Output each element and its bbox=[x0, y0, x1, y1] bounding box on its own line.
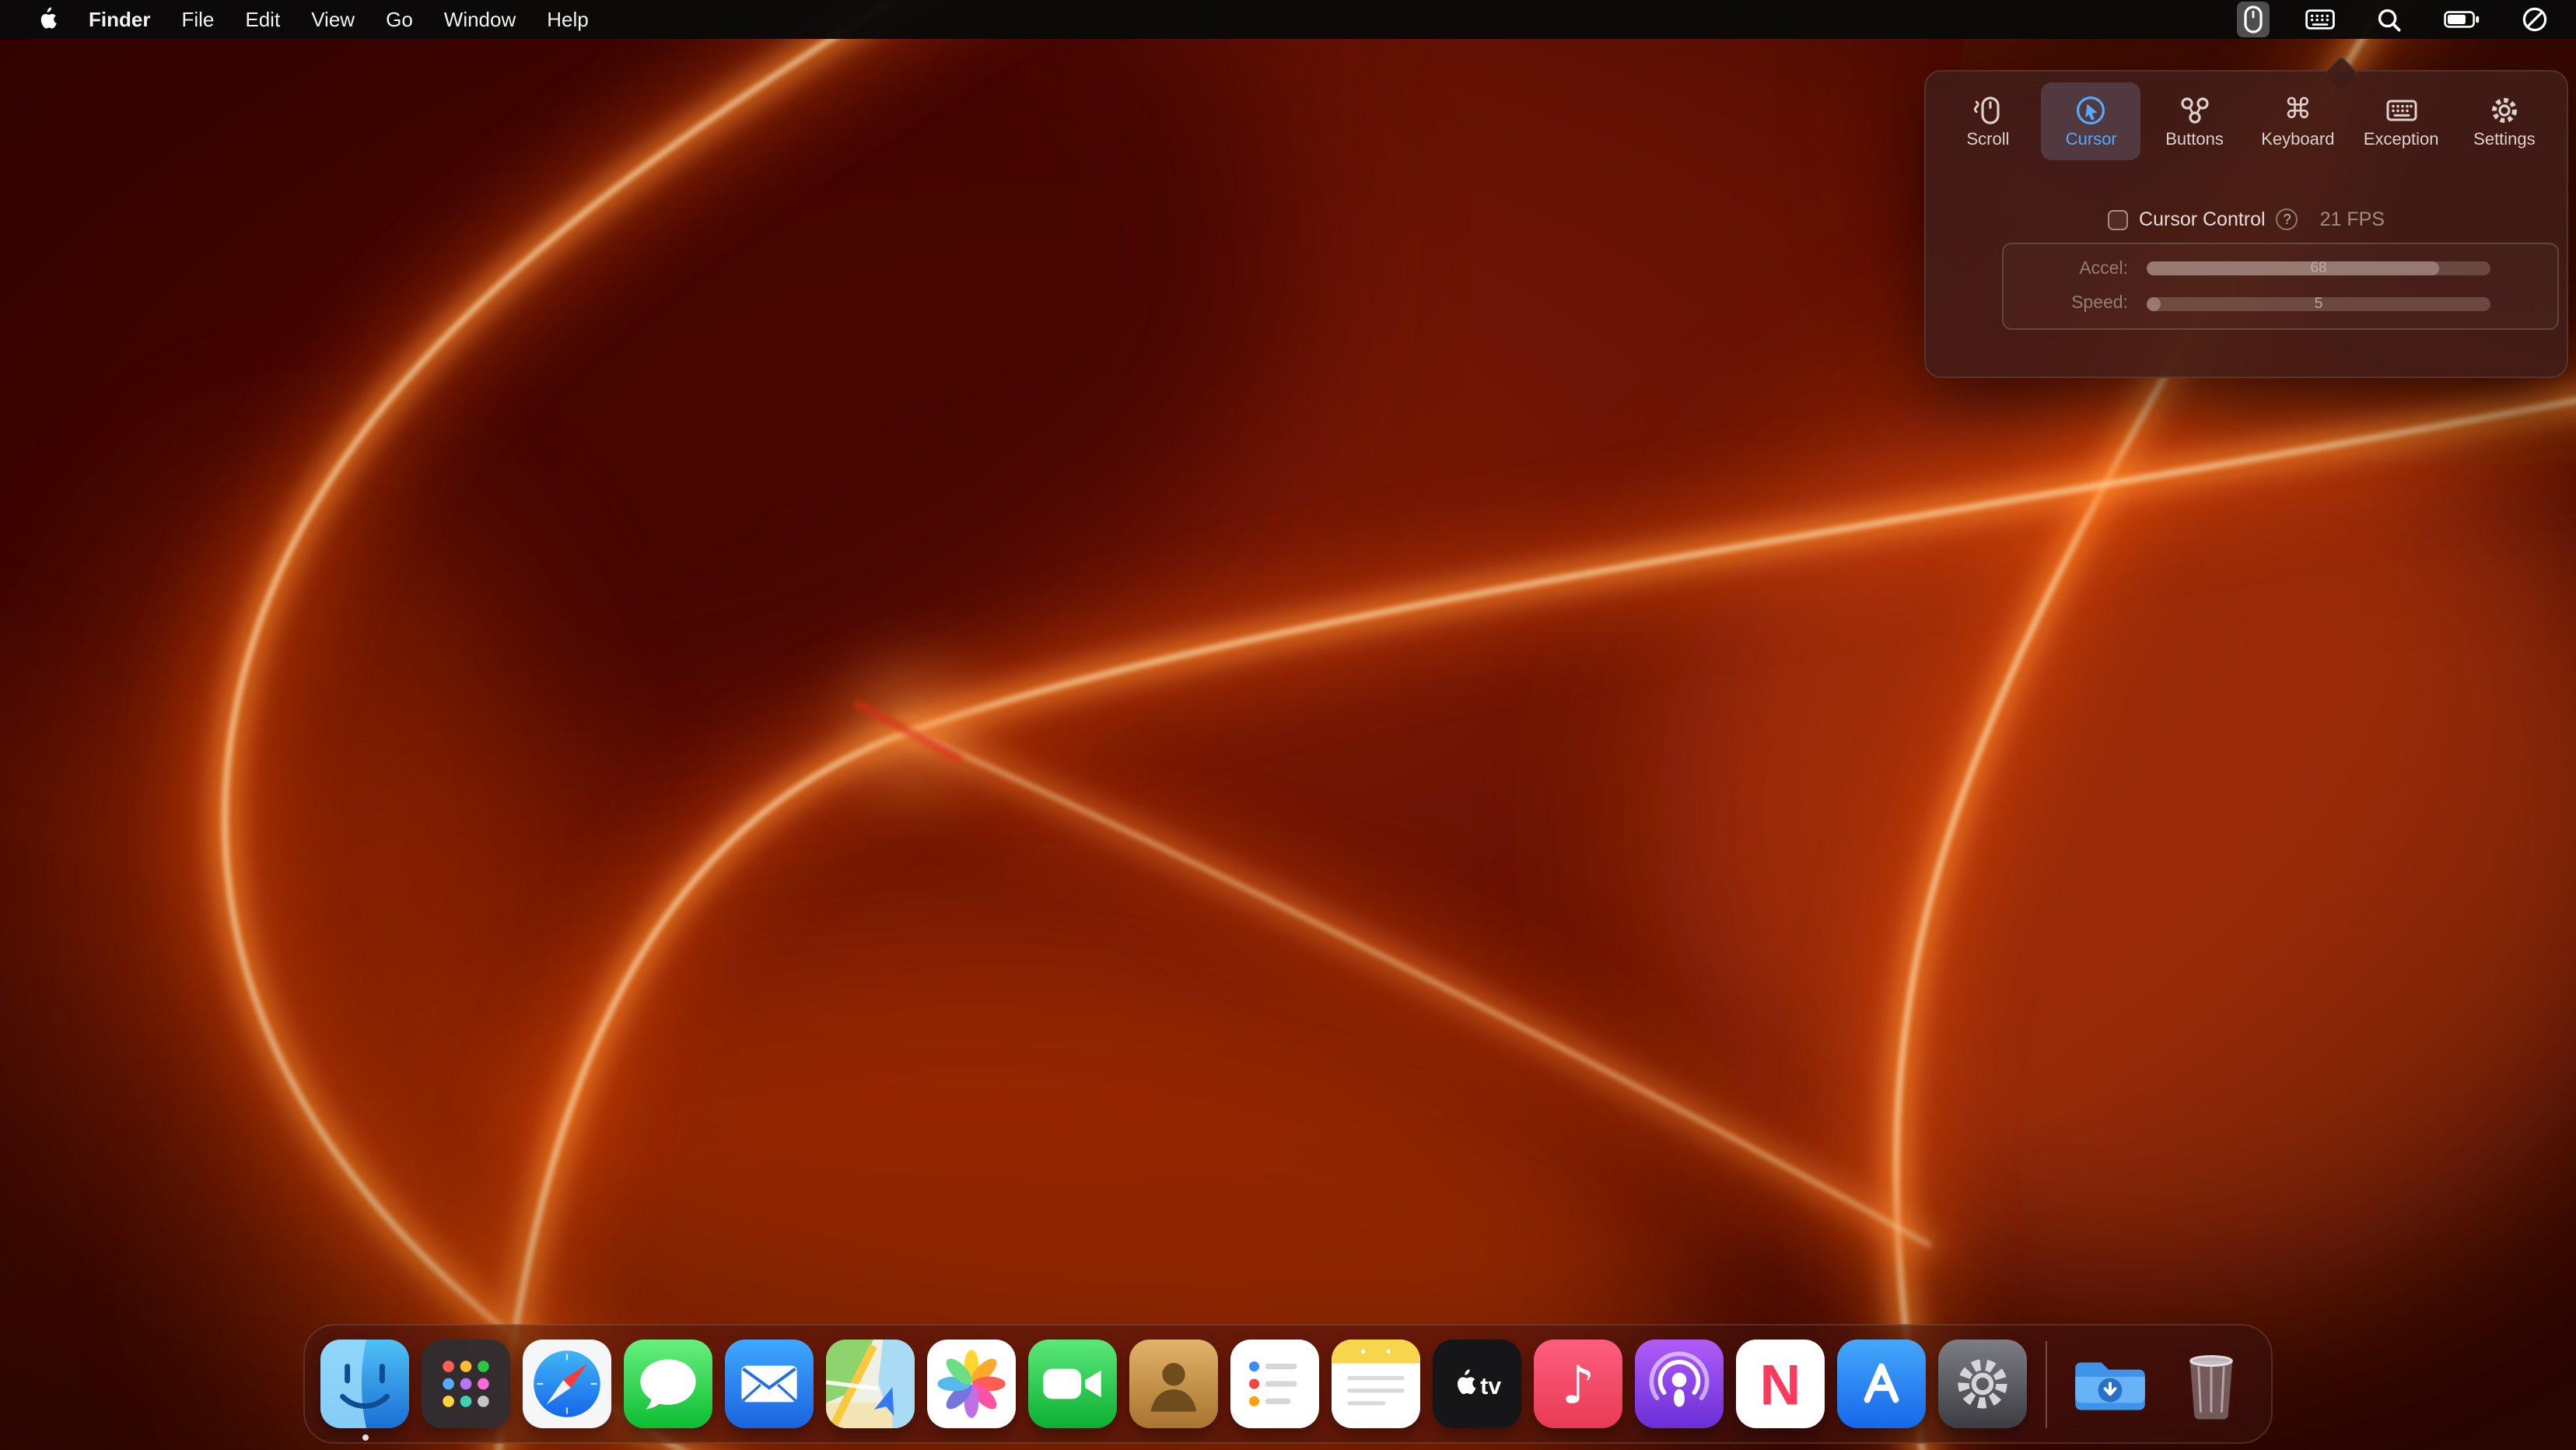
tab-label: Keyboard bbox=[2261, 131, 2334, 149]
tab-label: Scroll bbox=[1966, 131, 2009, 149]
dock-mail[interactable] bbox=[725, 1340, 814, 1428]
messages-icon bbox=[624, 1340, 712, 1428]
scroll-wheel-icon bbox=[1971, 93, 2005, 128]
tab-label: Settings bbox=[2473, 131, 2536, 149]
svg-text:♪: ♪ bbox=[1562, 1354, 1595, 1415]
menu-help[interactable]: Help bbox=[531, 0, 604, 39]
speed-row: Speed: 5 bbox=[2004, 289, 2557, 320]
tab-buttons[interactable]: Buttons bbox=[2145, 82, 2245, 160]
spotlight-icon[interactable] bbox=[2371, 4, 2408, 35]
tab-settings[interactable]: Settings bbox=[2455, 82, 2554, 160]
notes-icon bbox=[1332, 1340, 1420, 1428]
dock-system-settings[interactable] bbox=[1938, 1340, 2027, 1428]
menu-edit[interactable]: Edit bbox=[229, 0, 296, 39]
speed-label: Speed: bbox=[2004, 295, 2128, 313]
mouse-utility-popover: Scroll Cursor Buttons ⌘ Keyboard bbox=[1924, 70, 2568, 378]
cursor-control-checkbox[interactable] bbox=[2108, 209, 2128, 229]
dock-contacts[interactable] bbox=[1129, 1340, 1218, 1428]
dock-trash[interactable] bbox=[2167, 1340, 2256, 1428]
menu-view[interactable]: View bbox=[296, 0, 370, 39]
help-icon[interactable]: ? bbox=[2277, 208, 2298, 230]
tab-bar: Scroll Cursor Buttons ⌘ Keyboard bbox=[1926, 72, 2567, 160]
downloads-folder-icon bbox=[2066, 1340, 2154, 1428]
launchpad-icon bbox=[422, 1340, 510, 1428]
cursor-settings-group: Accel: 68 Speed: 5 bbox=[2002, 243, 2559, 330]
command-key-icon: ⌘ bbox=[2284, 93, 2312, 128]
finder-icon bbox=[320, 1340, 409, 1428]
facetime-icon bbox=[1028, 1340, 1117, 1428]
dock-music[interactable]: ♪ bbox=[1534, 1340, 1622, 1428]
dock-launchpad[interactable] bbox=[422, 1340, 510, 1428]
menu-finder[interactable]: Finder bbox=[73, 0, 166, 39]
apple-logo-icon bbox=[37, 5, 58, 33]
trash-icon bbox=[2167, 1340, 2256, 1428]
keyboard-grid-icon bbox=[2384, 93, 2418, 128]
dock-tv[interactable]: tv bbox=[1433, 1340, 1521, 1428]
dock-reminders[interactable] bbox=[1230, 1340, 1319, 1428]
news-icon: N bbox=[1736, 1340, 1825, 1428]
mouse-buttons-icon bbox=[2178, 93, 2212, 128]
battery-icon[interactable] bbox=[2438, 8, 2486, 31]
dock: tv ♪ N bbox=[303, 1324, 2273, 1444]
dock-safari[interactable] bbox=[523, 1340, 611, 1428]
dock-facetime[interactable] bbox=[1028, 1340, 1117, 1428]
accel-row: Accel: 68 bbox=[2004, 253, 2557, 284]
photos-icon bbox=[927, 1340, 1016, 1428]
apple-menu[interactable] bbox=[22, 5, 73, 33]
speed-slider[interactable]: 5 bbox=[2147, 296, 2490, 311]
system-settings-icon bbox=[1938, 1340, 2027, 1428]
maps-icon bbox=[826, 1340, 915, 1428]
music-icon: ♪ bbox=[1534, 1340, 1622, 1428]
dock-separator bbox=[2046, 1340, 2047, 1427]
podcasts-icon bbox=[1635, 1340, 1724, 1428]
accel-label: Accel: bbox=[2004, 259, 2128, 278]
dock-finder[interactable] bbox=[320, 1340, 409, 1428]
accel-value: 68 bbox=[2147, 261, 2490, 276]
reminders-icon bbox=[1230, 1340, 1319, 1428]
svg-text:N: N bbox=[1760, 1353, 1801, 1417]
cursor-control-label: Cursor Control bbox=[2139, 208, 2266, 230]
desktop: Finder File Edit View Go Window Help bbox=[0, 0, 2576, 1450]
safari-icon bbox=[523, 1340, 611, 1428]
app-menus: Finder File Edit View Go Window Help bbox=[22, 0, 604, 39]
dock-podcasts[interactable] bbox=[1635, 1340, 1724, 1428]
cursor-click-icon bbox=[2074, 93, 2109, 128]
gear-icon bbox=[2487, 93, 2522, 128]
menu-file[interactable]: File bbox=[166, 0, 229, 39]
tab-cursor[interactable]: Cursor bbox=[2042, 82, 2141, 160]
menu-bar: Finder File Edit View Go Window Help bbox=[0, 0, 2576, 39]
keyboard-status-icon[interactable] bbox=[2299, 6, 2341, 33]
dock-maps[interactable] bbox=[826, 1340, 915, 1428]
cursor-control-row: Cursor Control ? 21 FPS bbox=[1926, 205, 2567, 233]
fps-indicator: 21 FPS bbox=[2320, 208, 2385, 230]
menu-window[interactable]: Window bbox=[429, 0, 532, 39]
speed-value: 5 bbox=[2147, 296, 2490, 311]
tab-label: Buttons bbox=[2165, 131, 2224, 149]
app-store-icon bbox=[1837, 1340, 1926, 1428]
accel-slider[interactable]: 68 bbox=[2147, 261, 2490, 276]
dock-photos[interactable] bbox=[927, 1340, 1016, 1428]
svg-text:tv: tv bbox=[1480, 1373, 1501, 1399]
dock-notes[interactable] bbox=[1332, 1340, 1420, 1428]
running-indicator-finder bbox=[362, 1434, 368, 1441]
tab-keyboard[interactable]: ⌘ Keyboard bbox=[2248, 82, 2347, 160]
mail-icon bbox=[725, 1340, 814, 1428]
mouse-status-icon[interactable] bbox=[2237, 2, 2270, 37]
tab-exception[interactable]: Exception bbox=[2351, 82, 2451, 160]
tab-scroll[interactable]: Scroll bbox=[1938, 82, 2038, 160]
status-menu-icons bbox=[2237, 2, 2554, 37]
dock-messages[interactable] bbox=[624, 1340, 712, 1428]
dock-downloads[interactable] bbox=[2066, 1340, 2154, 1428]
contacts-icon bbox=[1129, 1340, 1218, 1428]
tab-label: Exception bbox=[2364, 131, 2439, 149]
dock-news[interactable]: N bbox=[1736, 1340, 1825, 1428]
apple-tv-icon: tv bbox=[1433, 1340, 1521, 1428]
menu-go[interactable]: Go bbox=[370, 0, 429, 39]
tab-label: Cursor bbox=[2066, 131, 2117, 149]
do-not-disturb-icon[interactable] bbox=[2515, 3, 2554, 36]
dock-app-store[interactable] bbox=[1837, 1340, 1926, 1428]
